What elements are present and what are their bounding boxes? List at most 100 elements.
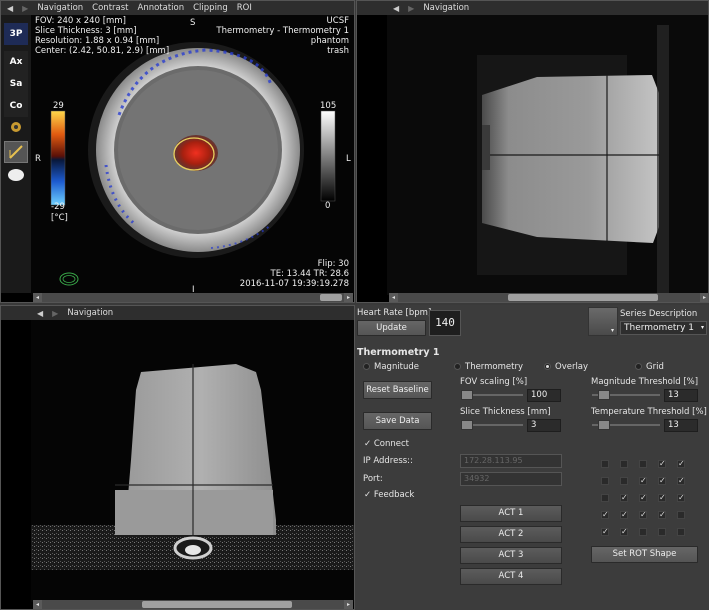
series-name-text: Thermometry - Thermometry 1	[216, 26, 349, 36]
study-text: trash	[327, 46, 349, 56]
roi-grid-checkbox[interactable]: ✓	[639, 511, 647, 519]
radio-overlay[interactable]	[544, 363, 551, 370]
radio-magnitude-label[interactable]: Magnitude	[374, 362, 419, 372]
scroll-right-button[interactable]: ▸	[344, 600, 353, 609]
act-1-button[interactable]: ACT 1	[460, 505, 562, 522]
tool-ellipse-roi-icon[interactable]	[4, 165, 28, 187]
coronal-viewer[interactable]: ◀ ▶ Navigation ◂ ▸	[356, 0, 709, 303]
roi-grid-checkbox[interactable]	[639, 460, 647, 468]
roi-grid-checkbox[interactable]: ✓	[658, 511, 666, 519]
roi-grid-checkbox[interactable]	[601, 477, 609, 485]
slice-thickness-spinbox[interactable]: 3	[527, 419, 561, 432]
roi-grid-checkbox[interactable]	[677, 528, 685, 536]
act-4-button[interactable]: ACT 4	[460, 568, 562, 585]
forward-arrow-icon[interactable]: ▶	[22, 4, 28, 13]
magnitude-threshold-slider[interactable]	[592, 390, 660, 400]
roi-grid-checkbox[interactable]	[601, 460, 609, 468]
magnitude-threshold-spinbox[interactable]: 13	[664, 389, 698, 402]
series-dropdown[interactable]: Thermometry 1 ▾	[620, 321, 707, 335]
act-3-button[interactable]: ACT 3	[460, 547, 562, 564]
roi-grid-checkbox[interactable]: ✓	[620, 511, 628, 519]
port-field[interactable]: 34932	[460, 472, 562, 486]
axial-image[interactable]	[31, 15, 355, 295]
roi-grid-checkbox[interactable]	[620, 460, 628, 468]
temperature-threshold-spinbox[interactable]: 13	[664, 419, 698, 432]
radio-overlay-label[interactable]: Overlay	[555, 362, 588, 372]
radio-magnitude[interactable]	[363, 363, 370, 370]
forward-arrow-icon[interactable]: ▶	[52, 309, 58, 318]
reset-baseline-button[interactable]: Reset Baseline	[363, 381, 432, 399]
tool-rotate-icon[interactable]	[4, 117, 28, 139]
flip-angle-text: Flip: 30	[317, 259, 349, 269]
connect-checkbox[interactable]: ✓ Connect	[364, 439, 409, 449]
roi-grid-checkbox[interactable]	[677, 511, 685, 519]
fov-scaling-slider[interactable]	[461, 390, 523, 400]
sagittal-viewer[interactable]: ◀ ▶ Navigation ◂ ▸	[0, 305, 355, 610]
roi-grid-checkbox[interactable]: ✓	[639, 494, 647, 502]
roi-grid-checkbox[interactable]: ✓	[601, 528, 609, 536]
menu-roi[interactable]: ROI	[237, 3, 252, 13]
update-button[interactable]: Update	[357, 320, 426, 336]
act-2-button[interactable]: ACT 2	[460, 526, 562, 543]
back-arrow-icon[interactable]: ◀	[393, 4, 399, 13]
menu-annotation[interactable]: Annotation	[138, 3, 185, 13]
axial-menubar: ◀ ▶ Navigation Contrast Annotation Clipp…	[1, 1, 354, 15]
timestamp-text: 2016-11-07 19:39:19.278	[239, 279, 349, 289]
tool-sagittal[interactable]: Sa	[4, 73, 28, 95]
roi-grid-checkbox[interactable]	[620, 477, 628, 485]
axial-viewer[interactable]: ◀ ▶ Navigation Contrast Annotation Clipp…	[0, 0, 355, 303]
roi-grid-checkbox[interactable]	[601, 494, 609, 502]
menu-navigation[interactable]: Navigation	[37, 3, 83, 13]
roi-grid-checkbox[interactable]: ✓	[639, 477, 647, 485]
ip-address-field[interactable]: 172.28.113.95	[460, 454, 562, 468]
tool-axial[interactable]: Ax	[4, 51, 28, 73]
roi-grid-checkbox[interactable]	[639, 528, 647, 536]
heart-rate-label: Heart Rate [bpm]	[357, 308, 432, 318]
coronal-scrollbar[interactable]	[398, 293, 700, 302]
scroll-left-button[interactable]: ◂	[389, 293, 398, 302]
axial-scrollbar[interactable]	[42, 293, 344, 302]
slice-thickness-slider[interactable]	[461, 420, 523, 430]
radio-thermometry-label[interactable]: Thermometry	[465, 362, 523, 372]
set-rot-shape-button[interactable]: Set ROT Shape	[591, 546, 698, 563]
coronal-image[interactable]	[387, 15, 709, 295]
roi-grid-checkbox[interactable]: ✓	[620, 528, 628, 536]
radio-grid-label[interactable]: Grid	[646, 362, 664, 372]
roi-grid-checkbox[interactable]: ✓	[677, 477, 685, 485]
back-arrow-icon[interactable]: ◀	[7, 4, 13, 13]
series-thumbnail[interactable]: ▾	[588, 307, 618, 336]
radio-grid[interactable]	[635, 363, 642, 370]
scroll-right-button[interactable]: ▸	[344, 293, 353, 302]
menu-navigation[interactable]: Navigation	[423, 3, 469, 13]
scroll-left-button[interactable]: ◂	[33, 600, 42, 609]
menu-clipping[interactable]: Clipping	[193, 3, 228, 13]
forward-arrow-icon[interactable]: ▶	[408, 4, 414, 13]
fov-scaling-spinbox[interactable]: 100	[527, 389, 561, 402]
thermometry-control-panel: Heart Rate [bpm] Update 140 ▾ Series Des…	[355, 305, 709, 610]
scroll-right-button[interactable]: ▸	[700, 293, 708, 302]
menu-contrast[interactable]: Contrast	[92, 3, 128, 13]
roi-grid-checkbox[interactable]	[658, 528, 666, 536]
roi-grid-checkbox[interactable]: ✓	[658, 477, 666, 485]
graybar-max-label: 105	[320, 101, 337, 111]
scroll-left-button[interactable]: ◂	[33, 293, 42, 302]
roi-grid-checkbox[interactable]: ✓	[658, 460, 666, 468]
roi-grid-checkbox[interactable]: ✓	[620, 494, 628, 502]
tool-3-plane[interactable]: 3P	[4, 23, 28, 45]
colorbar-max-label: 29	[53, 101, 64, 111]
roi-grid-checkbox[interactable]: ✓	[658, 494, 666, 502]
temperature-threshold-slider[interactable]	[592, 420, 660, 430]
sagittal-image[interactable]	[31, 320, 355, 602]
sagittal-scrollbar[interactable]	[42, 600, 344, 609]
radio-thermometry[interactable]	[454, 363, 461, 370]
tool-measure-icon[interactable]	[4, 141, 28, 163]
menu-navigation[interactable]: Navigation	[67, 308, 113, 318]
slice-thickness-label: Slice Thickness [mm]	[460, 407, 551, 417]
roi-grid-checkbox[interactable]: ✓	[677, 494, 685, 502]
save-data-button[interactable]: Save Data	[363, 412, 432, 430]
back-arrow-icon[interactable]: ◀	[37, 309, 43, 318]
tool-coronal[interactable]: Co	[4, 95, 28, 117]
roi-grid-checkbox[interactable]: ✓	[601, 511, 609, 519]
feedback-checkbox[interactable]: ✓ Feedback	[364, 490, 414, 500]
roi-grid-checkbox[interactable]: ✓	[677, 460, 685, 468]
